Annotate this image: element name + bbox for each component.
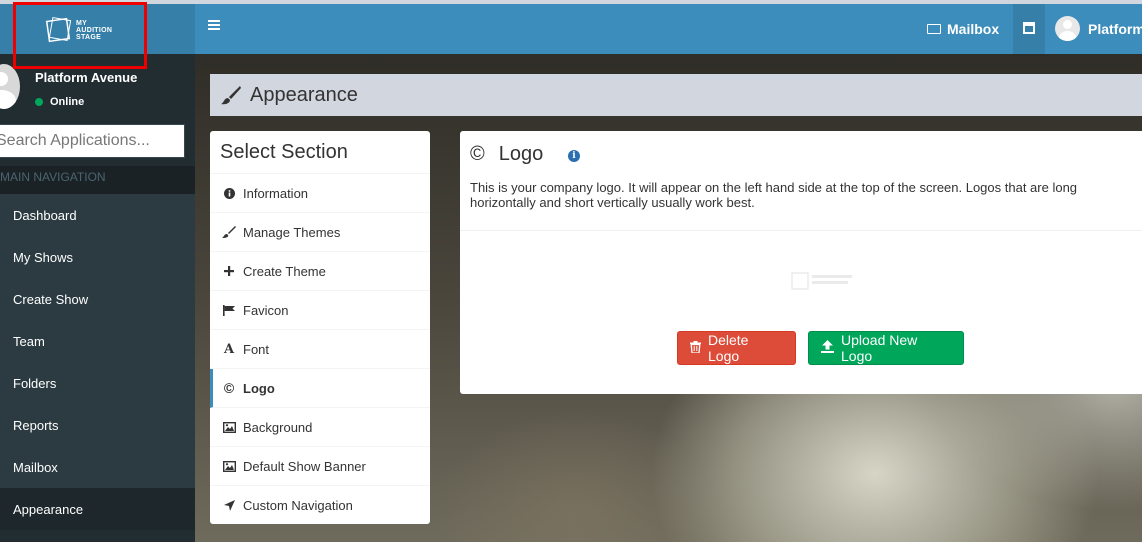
image-icon [222, 460, 236, 472]
user-menu[interactable]: Platform [1055, 16, 1142, 41]
delete-logo-button[interactable]: Delete Logo [677, 331, 796, 365]
section-item-label: Create Theme [243, 263, 326, 279]
sidebar-item-team[interactable]: Team [0, 320, 195, 362]
image-icon [222, 421, 236, 433]
logo-panel-title: Logo [498, 143, 544, 165]
sidebar-item-dashboard[interactable]: Dashboard [0, 194, 195, 236]
info-circle-icon [222, 187, 236, 199]
sidebar-item-reports[interactable]: Reports [0, 404, 195, 446]
mailbox-label: Mailbox [947, 21, 1000, 37]
trash-icon [690, 340, 701, 356]
sidebar-user-name: Platform Avenue [35, 70, 138, 85]
online-status-label: Online [50, 96, 85, 108]
page-header: Appearance [210, 74, 1142, 116]
sidebar-item-folders[interactable]: Folders [0, 362, 195, 404]
sidebar-toggle-menu-icon[interactable] [208, 18, 222, 32]
panel-divider [460, 230, 1142, 231]
section-item-label: Custom Navigation [243, 498, 353, 513]
delete-logo-label: Delete Logo [708, 332, 749, 364]
calendar-button[interactable] [1013, 4, 1045, 54]
section-item-custom-navigation[interactable]: Custom Navigation [210, 486, 430, 525]
calendar-icon [1023, 22, 1035, 34]
nav-header: MAIN NAVIGATION [0, 166, 195, 194]
current-logo-preview [791, 272, 852, 290]
section-item-label: Background [243, 419, 313, 435]
sidebar: Platform Avenue Online Search Applicatio… [0, 54, 195, 542]
sidebar-item-mailbox[interactable]: Mailbox [0, 446, 195, 488]
font-icon: A [223, 341, 235, 357]
plus-icon [222, 266, 236, 276]
info-icon[interactable]: i [568, 150, 580, 162]
section-item-font[interactable]: A Font [210, 330, 430, 369]
section-item-create-theme[interactable]: Create Theme [210, 252, 430, 291]
upload-new-logo-button[interactable]: Upload New Logo [808, 331, 964, 365]
section-item-label: Manage Themes [243, 224, 341, 240]
sidebar-item-create-show[interactable]: Create Show [0, 278, 195, 320]
search-applications-input[interactable]: Search Applications... [0, 124, 185, 158]
copyright-icon: © [470, 143, 485, 165]
logo-panel-header: © Logo [470, 143, 543, 166]
content-area: Appearance Select Section Information Ma… [195, 54, 1142, 542]
page-title: Appearance [250, 84, 358, 106]
select-section-panel: Select Section Information Manage Themes… [210, 131, 430, 524]
select-section-header: Select Section [210, 131, 430, 174]
top-navbar: MY AUDITION STAGE Mailbox Platform [0, 0, 1142, 54]
sidebar-item-my-shows[interactable]: My Shows [0, 236, 195, 278]
logo-settings-panel: © Logo i This is your company logo. It w… [460, 131, 1142, 394]
brush-icon [222, 226, 236, 238]
copyright-icon: © [223, 380, 235, 396]
paint-brush-icon [221, 86, 241, 105]
section-item-favicon[interactable]: Favicon [210, 291, 430, 330]
sidebar-item-appearance[interactable]: Appearance [0, 488, 195, 530]
section-item-logo[interactable]: © Logo [210, 369, 430, 408]
user-menu-label: Platform [1088, 20, 1142, 37]
flag-icon [222, 304, 236, 316]
section-item-background[interactable]: Background [210, 408, 430, 447]
section-item-label: Information [243, 185, 309, 201]
logo-description: This is your company logo. It will appea… [470, 180, 1078, 210]
online-status: Online [35, 96, 84, 108]
envelope-icon [927, 24, 941, 34]
user-avatar [1055, 16, 1080, 41]
section-item-default-show-banner[interactable]: Default Show Banner [210, 447, 430, 486]
location-arrow-icon [222, 500, 236, 511]
section-item-manage-themes[interactable]: Manage Themes [210, 213, 430, 252]
section-item-information[interactable]: Information [210, 174, 430, 213]
mailbox-link[interactable]: Mailbox [927, 21, 999, 37]
section-item-label: Font [243, 341, 270, 357]
section-item-label: Default Show Banner [243, 458, 366, 474]
upload-new-logo-label: Upload New Logo [841, 332, 918, 364]
section-item-label: Favicon [243, 302, 289, 318]
online-dot-icon [35, 98, 43, 106]
section-item-label: Logo [243, 380, 275, 396]
sidebar-nav: Dashboard My Shows Create Show Team Fold… [0, 194, 195, 530]
logo-highlight-box [13, 2, 147, 69]
upload-icon [821, 340, 834, 356]
sidebar-avatar [0, 64, 20, 109]
